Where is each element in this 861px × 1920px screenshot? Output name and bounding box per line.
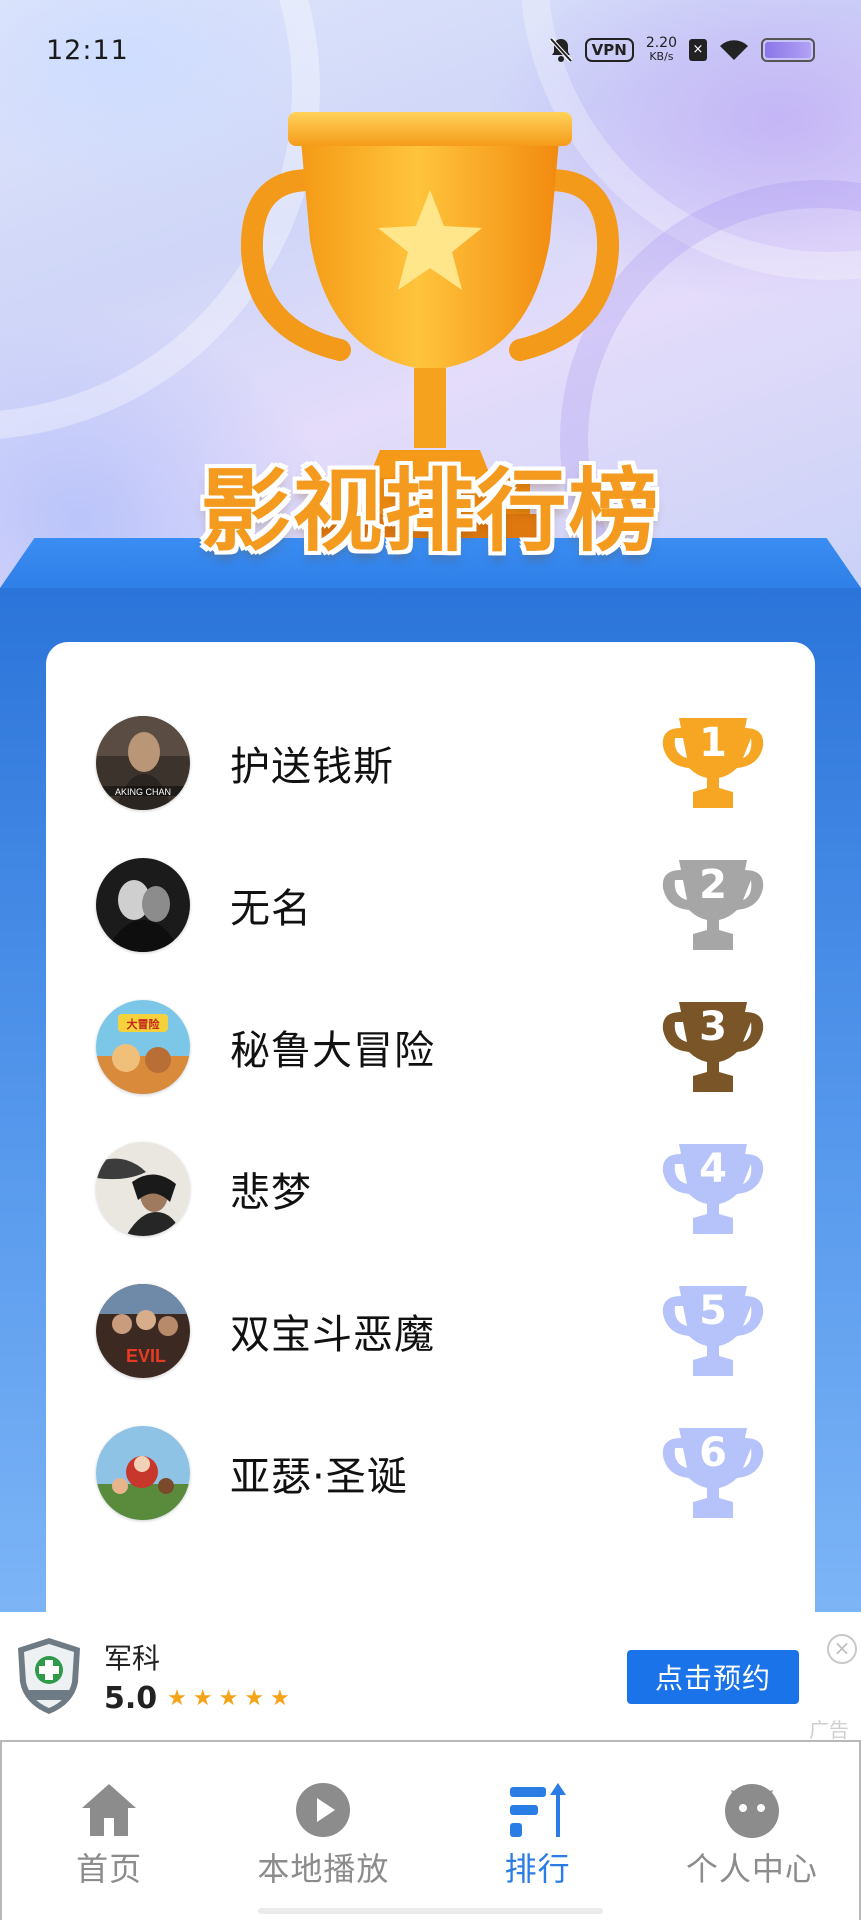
ranking-list: AKING CHAN 护送钱斯 1 无名 2 大冒险 秘鲁大冒险 3 悲梦 4 … xyxy=(46,642,815,1642)
status-time: 12:11 xyxy=(46,34,129,66)
ranking-icon xyxy=(508,1780,568,1840)
poster-caption: AKING CHAN xyxy=(115,787,171,797)
tab-label: 排行 xyxy=(504,1850,571,1888)
star-rating-icon: ★★★★★ xyxy=(167,1685,296,1711)
movie-title: 双宝斗恶魔 xyxy=(230,1312,435,1358)
hero-banner: 12:11 VPN 2.20 KB/s × 影视排行榜 xyxy=(0,0,861,600)
rank-number: 5 xyxy=(699,1288,727,1334)
page-title: 影视排行榜 xyxy=(200,459,661,564)
rank-number: 6 xyxy=(699,1430,727,1476)
rank-number: 1 xyxy=(699,720,727,766)
ad-app-name: 军科 xyxy=(104,1641,161,1675)
ad-rating: 5.0 xyxy=(104,1680,158,1716)
rank-badge: 6 xyxy=(661,1422,765,1522)
ranking-item[interactable]: 亚瑟·圣诞 6 xyxy=(46,1402,815,1544)
ad-label: 广告 xyxy=(809,1718,849,1742)
movie-title: 无名 xyxy=(230,886,312,932)
rank-badge: 3 xyxy=(661,996,765,1096)
play-icon xyxy=(293,1780,353,1840)
movie-title: 护送钱斯 xyxy=(230,744,394,790)
movie-poster: AKING CHAN xyxy=(96,716,190,810)
rank-number: 3 xyxy=(699,1004,727,1050)
poster-caption: 大冒险 xyxy=(127,1017,161,1031)
battery-level xyxy=(765,42,811,58)
tab-label: 个人中心 xyxy=(685,1850,818,1888)
ranking-item[interactable]: 大冒险 秘鲁大冒险 3 xyxy=(46,976,815,1118)
reserve-button[interactable]: 点击预约 xyxy=(627,1650,799,1704)
close-icon[interactable]: × xyxy=(827,1634,857,1664)
status-bar: 12:11 VPN 2.20 KB/s × xyxy=(0,0,861,100)
vpn-icon: VPN xyxy=(584,38,634,62)
rank-badge: 4 xyxy=(661,1138,765,1238)
rank-number: 2 xyxy=(699,862,727,908)
ranking-item[interactable]: 悲梦 4 xyxy=(46,1118,815,1260)
home-icon xyxy=(79,1780,139,1840)
ad-rating-row: 5.0 ★★★★★ xyxy=(104,1681,296,1716)
battery-icon xyxy=(761,38,815,62)
profile-icon xyxy=(722,1780,782,1840)
ranking-item[interactable]: 无名 2 xyxy=(46,834,815,976)
tab-local-play[interactable]: 本地播放 xyxy=(216,1742,430,1920)
movie-title: 亚瑟·圣诞 xyxy=(230,1454,408,1500)
network-speed: 2.20 KB/s xyxy=(646,36,677,64)
tab-profile[interactable]: 个人中心 xyxy=(645,1742,859,1920)
speed-value: 2.20 xyxy=(645,35,677,51)
tab-ranking[interactable]: 排行 xyxy=(431,1742,645,1920)
movie-title: 悲梦 xyxy=(230,1170,312,1216)
status-icons: VPN 2.20 KB/s × xyxy=(549,36,815,64)
ranking-item[interactable]: AKING CHAN 护送钱斯 1 xyxy=(46,692,815,834)
movie-poster xyxy=(96,1142,190,1236)
speed-unit: KB/s xyxy=(649,50,674,63)
movie-poster: EVIL xyxy=(96,1284,190,1378)
rank-badge: 1 xyxy=(661,712,765,812)
movie-title: 秘鲁大冒险 xyxy=(230,1028,435,1074)
rank-badge: 2 xyxy=(661,854,765,954)
sim-icon: × xyxy=(689,39,707,61)
poster-caption: EVIL xyxy=(126,1346,166,1366)
ad-banner[interactable]: 军科 5.0 ★★★★★ 点击预约 × 广告 xyxy=(0,1612,861,1742)
tab-home[interactable]: 首页 xyxy=(2,1742,216,1920)
tab-label: 首页 xyxy=(76,1850,143,1888)
ad-logo-icon xyxy=(18,1638,80,1714)
ad-info: 军科 5.0 ★★★★★ xyxy=(104,1637,296,1716)
movie-poster xyxy=(96,858,190,952)
tab-label: 本地播放 xyxy=(257,1850,390,1888)
rank-number: 4 xyxy=(699,1146,727,1192)
home-indicator xyxy=(258,1908,603,1914)
bell-off-icon xyxy=(549,37,573,63)
movie-poster xyxy=(96,1426,190,1520)
wifi-icon xyxy=(720,40,748,60)
movie-poster: 大冒险 xyxy=(96,1000,190,1094)
ranking-item[interactable]: EVIL 双宝斗恶魔 5 xyxy=(46,1260,815,1402)
rank-badge: 5 xyxy=(661,1280,765,1380)
bottom-navigation: 首页 本地播放 排行 个人中心 xyxy=(0,1740,861,1920)
